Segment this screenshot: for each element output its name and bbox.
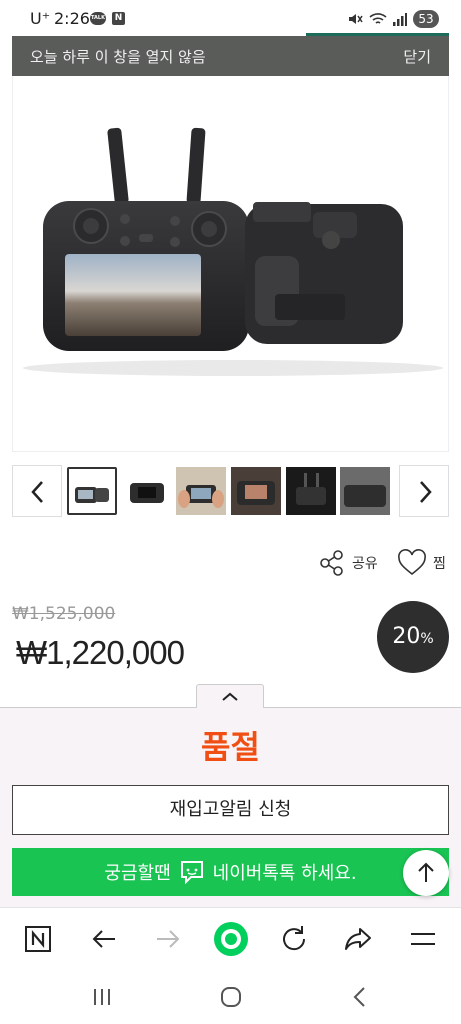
thumbnail-prev-button[interactable]: [12, 465, 62, 517]
dont-show-today-link[interactable]: 오늘 하루 이 창을 열지 않음: [30, 46, 206, 67]
back-button[interactable]: [88, 923, 120, 955]
scroll-to-top-button[interactable]: [403, 850, 449, 896]
naver-notification-icon: N: [112, 12, 125, 25]
menu-button[interactable]: [407, 923, 439, 955]
discount-badge: 20%: [377, 601, 449, 673]
refresh-icon: [283, 926, 306, 951]
talktalk-icon: [180, 861, 203, 884]
soldout-status: 품절: [201, 728, 260, 766]
browser-toolbar: [0, 907, 461, 969]
talk-button-suffix: 네이버톡톡 하세요.: [212, 863, 357, 884]
share-label: 공유: [352, 556, 378, 572]
thumbnail-2[interactable]: [122, 467, 172, 515]
kakaotalk-notification-icon: TALK: [90, 12, 106, 25]
mute-icon: [349, 14, 363, 24]
thumbnail-image: [231, 467, 281, 515]
arrow-right-icon: [157, 930, 180, 948]
naver-talktalk-button[interactable]: 궁금할땐 네이버톡톡 하세요.: [12, 848, 449, 896]
discount-value: 20: [392, 624, 421, 649]
wishlist-label: 찜: [433, 556, 446, 572]
sheet-toggle-button[interactable]: [196, 684, 264, 708]
battery-indicator: 53: [413, 10, 439, 28]
discount-unit: %: [420, 631, 434, 647]
recent-apps-icon: [94, 989, 110, 1005]
share-icon: [320, 550, 343, 576]
sale-price: ₩1,220,000: [16, 634, 185, 671]
talk-button-prefix: 궁금할땐: [104, 863, 171, 884]
wishlist-button[interactable]: 찜: [397, 548, 446, 578]
green-dot-icon: [214, 922, 248, 956]
restock-alert-button[interactable]: 재입고알림 신청: [12, 785, 449, 835]
arrow-up-icon: [418, 862, 434, 882]
share-button[interactable]: 공유: [318, 548, 378, 578]
naver-n-icon: [25, 926, 51, 952]
drone-remote-controller-image: [23, 127, 443, 376]
thumbnail-6[interactable]: [340, 467, 390, 515]
share-page-button[interactable]: [342, 923, 374, 955]
clock: 2:26: [54, 9, 90, 28]
refresh-button[interactable]: [278, 923, 310, 955]
thumbnail-strip: [12, 465, 449, 517]
naver-green-dot-button[interactable]: [212, 920, 250, 958]
arrow-left-icon: [92, 930, 115, 948]
chevron-right-icon: [420, 481, 432, 503]
thumbnail-image: [69, 469, 115, 513]
thumbnail-4[interactable]: [231, 467, 281, 515]
page-progress-accent: [306, 33, 449, 36]
signal-icon: [393, 13, 407, 26]
thumbnail-5[interactable]: [286, 467, 336, 515]
thumbnail-image: [122, 467, 172, 515]
close-button[interactable]: 닫기: [403, 46, 431, 67]
thumbnail-image: [286, 467, 336, 515]
home-icon: [221, 987, 241, 1007]
page: U⁺ 2:26 TALK N 53 오늘 하루 이 창을 열지 않음 닫기 공유…: [0, 0, 461, 1024]
carrier-label: U⁺: [30, 9, 51, 28]
hamburger-menu-icon: [411, 933, 435, 945]
naver-home-button[interactable]: [22, 923, 54, 955]
thumbnail-3[interactable]: [176, 467, 226, 515]
wifi-icon: [369, 13, 387, 24]
system-back-button[interactable]: [346, 983, 374, 1011]
popup-notice-bar: 오늘 하루 이 창을 열지 않음 닫기: [12, 36, 449, 76]
thumbnail-next-button[interactable]: [399, 465, 449, 517]
thumbnail-image: [176, 467, 226, 515]
forward-button[interactable]: [152, 923, 184, 955]
chevron-up-icon: [222, 692, 238, 701]
product-main-image[interactable]: [12, 76, 449, 452]
thumbnail-1[interactable]: [67, 467, 117, 515]
forward-share-icon: [345, 928, 371, 950]
status-icons: 53: [347, 10, 439, 28]
chevron-left-icon: [31, 481, 43, 503]
heart-icon: [398, 549, 426, 576]
original-price: ₩1,525,000: [12, 604, 116, 624]
thumbnail-image: [340, 467, 390, 515]
back-chevron-icon: [353, 987, 365, 1007]
home-button[interactable]: [217, 983, 245, 1011]
system-navigation-bar: [0, 969, 461, 1024]
recent-apps-button[interactable]: [88, 983, 116, 1011]
status-bar: U⁺ 2:26 TALK N 53: [0, 0, 461, 36]
